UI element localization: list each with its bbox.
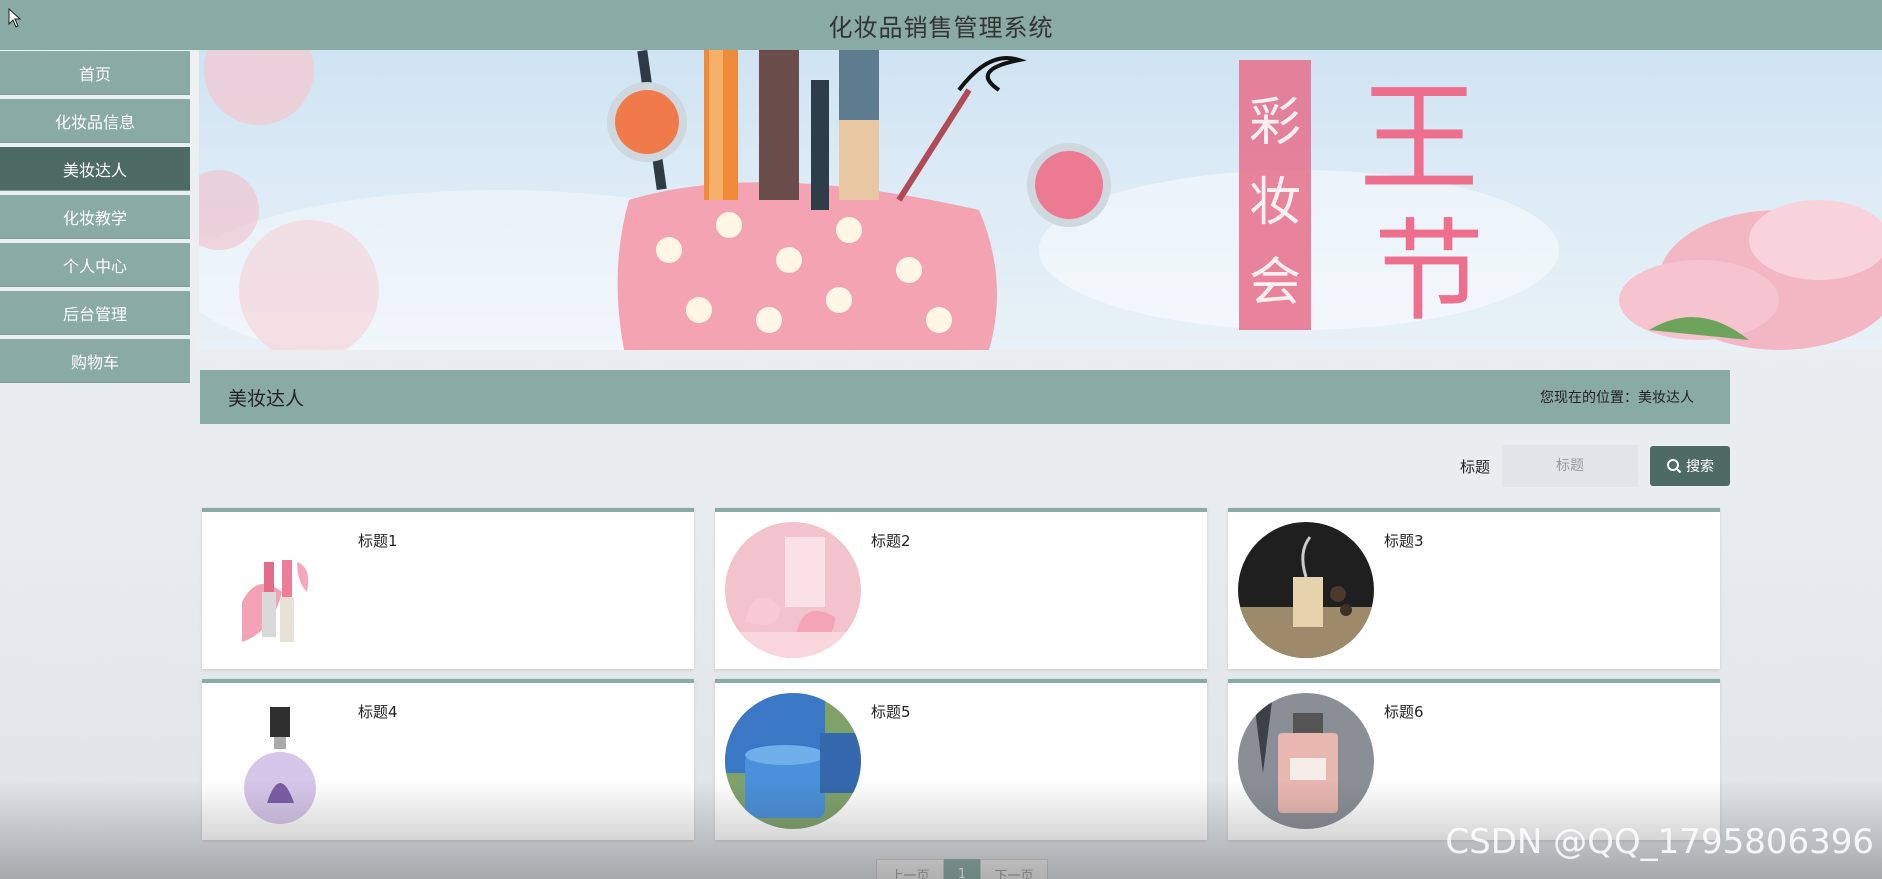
page-number-button[interactable]: 1 xyxy=(944,859,980,879)
search-label: 标题 xyxy=(1459,457,1490,476)
search-button[interactable]: 搜索 xyxy=(1650,446,1730,486)
sidebar-item-label: 首页 xyxy=(78,64,111,84)
breadcrumb: 您现在的位置：美妆达人 xyxy=(1540,390,1694,406)
search-icon xyxy=(1667,459,1682,474)
search-bar: 标题 搜索 xyxy=(200,444,1730,488)
expert-card[interactable]: 标题2 xyxy=(715,508,1207,669)
sidebar-item-label: 化妆教学 xyxy=(62,208,127,228)
prev-page-button[interactable]: 上一页 xyxy=(876,859,944,879)
sidebar-item-personal-center[interactable]: 个人中心 xyxy=(0,243,190,287)
diffuser-thumbnail[interactable] xyxy=(1238,522,1374,658)
sidebar-item-beauty-experts[interactable]: 美妆达人 xyxy=(0,147,190,191)
section-title: 美妆达人 xyxy=(228,387,305,410)
expert-card[interactable]: 标题1 xyxy=(202,508,694,669)
sidebar-item-label: 美妆达人 xyxy=(62,160,127,180)
cream-jar-thumbnail[interactable] xyxy=(725,693,861,829)
sidebar-item-cosmetics-info[interactable]: 化妆品信息 xyxy=(0,99,190,143)
sidebar-item-label: 化妆品信息 xyxy=(54,112,135,132)
expert-card[interactable]: 标题5 xyxy=(715,679,1207,840)
app-title: 化妆品销售管理系统 xyxy=(828,13,1054,42)
card-title[interactable]: 标题1 xyxy=(358,530,398,551)
banner-image: 彩 妆 会 王 节 xyxy=(199,50,1882,350)
sidebar: 首页 化妆品信息 美妆达人 化妆教学 个人中心 后台管理 购物车 xyxy=(0,51,190,387)
next-page-button[interactable]: 下一页 xyxy=(980,859,1048,879)
expert-grid: 标题1 标题2 标题3 标题4 标题5 标题6 xyxy=(202,508,1720,840)
svg-text:妆: 妆 xyxy=(1249,173,1301,233)
sidebar-item-home[interactable]: 首页 xyxy=(0,51,190,95)
search-button-label: 搜索 xyxy=(1686,459,1714,475)
expert-card[interactable]: 标题4 xyxy=(202,679,694,840)
sidebar-item-cart[interactable]: 购物车 xyxy=(0,339,190,383)
card-title[interactable]: 标题6 xyxy=(1384,701,1424,722)
sidebar-item-label: 个人中心 xyxy=(62,256,127,276)
sidebar-item-admin[interactable]: 后台管理 xyxy=(0,291,190,335)
section-header: 美妆达人 您现在的位置：美妆达人 xyxy=(200,370,1730,424)
perfume-thumbnail[interactable] xyxy=(212,693,348,829)
card-title[interactable]: 标题5 xyxy=(871,701,911,722)
svg-text:彩: 彩 xyxy=(1249,93,1301,153)
svg-text:节: 节 xyxy=(1374,208,1484,336)
expert-card[interactable]: 标题3 xyxy=(1228,508,1720,669)
sidebar-item-label: 后台管理 xyxy=(62,304,127,324)
lipstick-thumbnail[interactable] xyxy=(212,522,348,658)
banner-illustration: 彩 妆 会 王 节 xyxy=(199,50,1882,350)
perfume-eiffel-thumbnail[interactable] xyxy=(1238,693,1374,829)
expert-card[interactable]: 标题6 xyxy=(1228,679,1720,840)
beauty-device-thumbnail[interactable] xyxy=(725,522,861,658)
svg-text:王: 王 xyxy=(1359,70,1479,209)
card-title[interactable]: 标题2 xyxy=(871,530,911,551)
sidebar-item-label: 购物车 xyxy=(70,352,119,372)
search-input[interactable] xyxy=(1502,445,1638,487)
top-header: 化妆品销售管理系统 xyxy=(0,0,1882,50)
watermark: CSDN @QQ_1795806396 xyxy=(1445,822,1874,862)
svg-text:会: 会 xyxy=(1249,253,1301,313)
mouse-cursor-icon xyxy=(8,8,22,28)
pagination: 上一页 1 下一页 xyxy=(876,859,1048,879)
sidebar-item-makeup-tutorials[interactable]: 化妆教学 xyxy=(0,195,190,239)
card-title[interactable]: 标题3 xyxy=(1384,530,1424,551)
card-title[interactable]: 标题4 xyxy=(358,701,398,722)
